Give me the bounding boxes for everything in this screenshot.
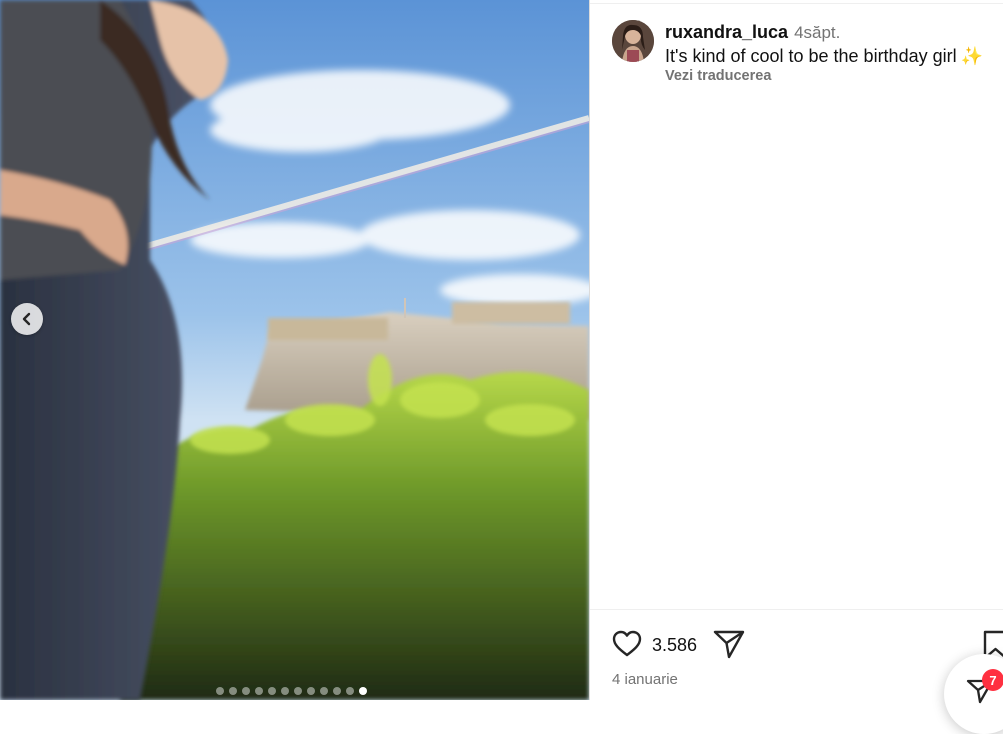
carousel-dot — [333, 687, 341, 695]
chevron-left-icon — [22, 312, 31, 326]
carousel-dot — [320, 687, 328, 695]
carousel-dot — [255, 687, 263, 695]
carousel-dot — [359, 687, 367, 695]
carousel-dot — [346, 687, 354, 695]
carousel-dot — [294, 687, 302, 695]
carousel-dot — [307, 687, 315, 695]
avatar[interactable] — [612, 20, 654, 62]
like-count[interactable]: 3.586 — [652, 635, 697, 656]
post-media[interactable] — [0, 0, 589, 700]
carousel-dot — [242, 687, 250, 695]
caption-text: It's kind of cool to be the birthday gir… — [665, 46, 957, 66]
carousel-indicator — [216, 687, 367, 695]
post-time[interactable]: 4săpt. — [794, 23, 840, 42]
notification-badge: 7 — [982, 669, 1003, 691]
carousel-dot — [281, 687, 289, 695]
post-details-panel: ruxandra_luca 4săpt. It's kind of cool to… — [589, 0, 1003, 700]
carousel-dot — [229, 687, 237, 695]
post-photo — [0, 0, 589, 700]
caption-text-row: It's kind of cool to be the birthday gir… — [665, 46, 983, 67]
see-translation-link[interactable]: Vezi traducerea — [665, 68, 771, 84]
divider — [590, 609, 1003, 610]
caption-header: ruxandra_luca 4săpt. — [665, 22, 840, 43]
paper-plane-icon[interactable] — [712, 627, 746, 661]
username-link[interactable]: ruxandra_luca — [665, 22, 788, 42]
carousel-dot — [268, 687, 276, 695]
post-date[interactable]: 4 ianuarie — [612, 671, 678, 688]
avatar-image — [612, 20, 654, 62]
carousel-prev-button[interactable] — [11, 303, 43, 335]
heart-icon[interactable] — [611, 628, 643, 660]
carousel-dot — [216, 687, 224, 695]
sparkle-icon: ✨ — [960, 46, 984, 66]
divider — [590, 3, 1003, 4]
